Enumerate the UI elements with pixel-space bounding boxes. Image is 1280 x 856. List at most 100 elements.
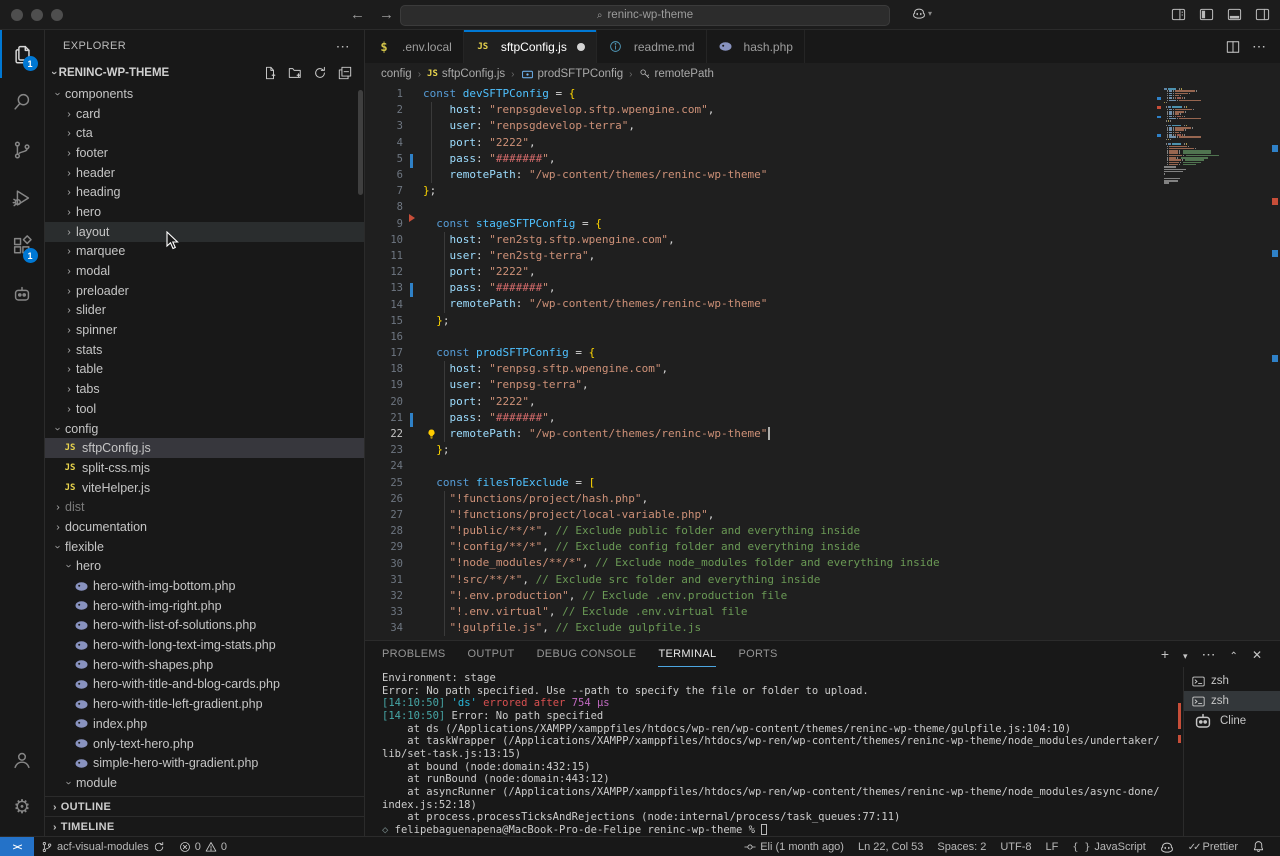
tree-folder-config[interactable]: › config (45, 419, 364, 439)
tree-file-only-text-hero-php[interactable]: only-text-hero.php (45, 734, 364, 754)
activity-settings-gear[interactable]: ⚙ (0, 784, 45, 832)
terminal-instance-cline[interactable]: Cline (1184, 711, 1280, 731)
panel-tab-debug-console[interactable]: DEBUG CONSOLE (537, 641, 637, 667)
breadcrumb-item[interactable]: remotePath (639, 68, 714, 80)
activity-account[interactable] (0, 736, 45, 784)
tree-folder-card[interactable]: › card (45, 104, 364, 124)
tree-folder-heading[interactable]: › heading (45, 182, 364, 202)
split-editor-icon[interactable] (1226, 40, 1240, 54)
terminal-instance-zsh[interactable]: zsh (1184, 691, 1280, 711)
dirty-indicator-icon[interactable] (576, 42, 585, 51)
tree-folder-layout[interactable]: › layout (45, 221, 364, 242)
tree-folder-components[interactable]: › components (45, 84, 364, 104)
new-folder-icon[interactable] (288, 66, 302, 80)
sidebar-section-timeline[interactable]: › TIMELINE (45, 816, 364, 836)
sidebar-scrollbar[interactable] (358, 90, 363, 195)
panel-tab-terminal[interactable]: TERMINAL (658, 641, 717, 667)
breadcrumb-item[interactable]: JS sftpConfig.js (427, 68, 505, 80)
nav-forward-icon[interactable]: → (379, 6, 394, 23)
status-bell[interactable] (1245, 837, 1272, 856)
close-window-button[interactable] (11, 8, 23, 21)
tree-file-hero-with-title-and-blog-cards-php[interactable]: hero-with-title-and-blog-cards.php (45, 675, 364, 695)
collapse-all-icon[interactable] (338, 66, 352, 80)
tree-file-vitehelper-js[interactable]: JS viteHelper.js (45, 478, 364, 498)
tree-file-hero-with-long-text-img-stats-php[interactable]: hero-with-long-text-img-stats.php (45, 635, 364, 655)
tree-file-simple-hero-with-gradient-php[interactable]: simple-hero-with-gradient.php (45, 753, 364, 773)
activity-extensions[interactable]: 1 (0, 222, 45, 270)
status-copilot[interactable] (1153, 837, 1181, 856)
explorer-more-icon[interactable]: ⋯ (336, 38, 350, 55)
tree-file-hero-with-img-right-php[interactable]: hero-with-img-right.php (45, 596, 364, 616)
toggle-sidebar-left-icon[interactable] (1199, 7, 1214, 22)
tab-readme-md[interactable]: readme.md (596, 30, 707, 63)
panel-tab-problems[interactable]: PROBLEMS (382, 641, 446, 667)
tree-folder-hero[interactable]: › hero (45, 557, 364, 577)
code-editor[interactable]: 1 const devSFTPConfig = {2 host: "renpsgd… (365, 85, 1280, 640)
tree-folder-module[interactable]: › module (45, 773, 364, 793)
more-icon[interactable]: ⋯ (1202, 646, 1216, 663)
breadcrumb[interactable]: config › JS sftpConfig.js › prodSFTPConfig › re… (365, 63, 1280, 85)
activity-search[interactable] (0, 78, 45, 126)
toggle-sidebar-right-icon[interactable] (1255, 7, 1270, 22)
project-root-row[interactable]: › RENINC-WP-THEME (45, 62, 364, 84)
activity-files[interactable]: 1 (0, 30, 45, 78)
tree-folder-preloader[interactable]: › preloader (45, 281, 364, 301)
refresh-icon[interactable] (313, 66, 327, 80)
status-javascript[interactable]: { } JavaScript (1065, 837, 1152, 856)
status-lf[interactable]: LF (1039, 837, 1066, 856)
activity-cline-robot[interactable] (0, 270, 45, 318)
tree-file-hero-with-title-left-gradient-php[interactable]: hero-with-title-left-gradient.php (45, 694, 364, 714)
tree-folder-cta[interactable]: › cta (45, 123, 364, 143)
tree-folder-table[interactable]: › table (45, 360, 364, 380)
tab--env-local[interactable]: $ .env.local (365, 30, 464, 63)
tab-hash-php[interactable]: hash.php (706, 30, 805, 63)
new-terminal-icon[interactable]: + (1161, 646, 1169, 662)
close-panel-icon[interactable]: ✕ (1252, 647, 1262, 662)
tree-folder-footer[interactable]: › footer (45, 143, 364, 163)
status-spaces-2[interactable]: Spaces: 2 (930, 837, 993, 856)
tree-folder-slider[interactable]: › slider (45, 301, 364, 321)
activity-source-control[interactable] (0, 126, 45, 174)
tree-folder-modal[interactable]: › modal (45, 261, 364, 281)
command-center-search[interactable]: ⌕ reninc-wp-theme (400, 4, 890, 26)
tree-file-hero-with-img-bottom-php[interactable]: hero-with-img-bottom.php (45, 576, 364, 596)
tree-folder-dist[interactable]: › dist (45, 497, 364, 517)
tree-folder-hero[interactable]: › hero (45, 202, 364, 222)
terminal-instance-zsh[interactable]: zsh (1184, 671, 1280, 691)
panel-tab-ports[interactable]: PORTS (738, 641, 777, 667)
dropdown-icon[interactable]: ▾ (1183, 647, 1188, 662)
more-icon[interactable]: ⋯ (1252, 38, 1266, 56)
tree-folder-stats[interactable]: › stats (45, 340, 364, 360)
toggle-panel-icon[interactable] (1227, 7, 1242, 22)
tree-file-hero-with-list-of-solutions-php[interactable]: hero-with-list-of-solutions.php (45, 616, 364, 636)
status-ln-22-col-53[interactable]: Ln 22, Col 53 (851, 837, 930, 856)
copilot-menu[interactable]: ▾ (912, 6, 932, 20)
customize-layout-icon[interactable] (1171, 7, 1186, 22)
status-utf-8[interactable]: UTF-8 (993, 837, 1038, 856)
terminal-output[interactable]: Environment: stage Error: No path specifi… (365, 667, 1176, 836)
nav-back-icon[interactable]: ← (350, 6, 365, 23)
tree-folder-flexible[interactable]: › flexible (45, 537, 364, 557)
tree-file-split-css-mjs[interactable]: JS split-css.mjs (45, 458, 364, 478)
status-eli-1-month-ago-[interactable]: Eli (1 month ago) (737, 837, 851, 856)
tree-folder-documentation[interactable]: › documentation (45, 517, 364, 537)
sidebar-section-outline[interactable]: › OUTLINE (45, 796, 364, 816)
tree-file-hero-with-shapes-php[interactable]: hero-with-shapes.php (45, 655, 364, 675)
tree-folder-tabs[interactable]: › tabs (45, 379, 364, 399)
breadcrumb-item[interactable]: prodSFTPConfig (521, 68, 623, 81)
tab-sftpconfig-js[interactable]: JS sftpConfig.js (463, 30, 597, 63)
status-0[interactable]: 00 (172, 837, 234, 856)
lightbulb-icon[interactable] (426, 428, 437, 440)
zoom-window-button[interactable] (51, 8, 63, 21)
status-acf-visual-modules[interactable]: acf-visual-modules (34, 837, 172, 856)
status-prettier[interactable]: ✓✓ Prettier (1181, 837, 1245, 856)
tree-folder-tool[interactable]: › tool (45, 399, 364, 419)
tree-file-sftpconfig-js[interactable]: JS sftpConfig.js (45, 438, 364, 459)
tree-folder-marquee[interactable]: › marquee (45, 242, 364, 262)
breadcrumb-item[interactable]: config (381, 68, 412, 80)
minimize-window-button[interactable] (31, 8, 43, 21)
tree-folder-spinner[interactable]: › spinner (45, 320, 364, 340)
tree-folder-header[interactable]: › header (45, 163, 364, 183)
remote-indicator[interactable]: >< (0, 836, 34, 856)
activity-run-debug[interactable] (0, 174, 45, 222)
